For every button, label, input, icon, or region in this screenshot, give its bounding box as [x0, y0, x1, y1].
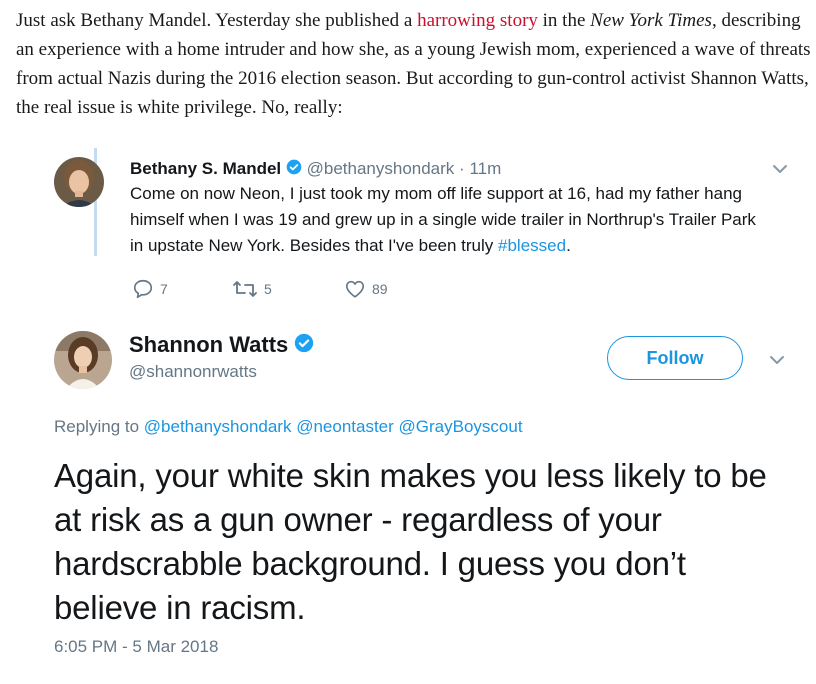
replying-prefix: Replying to	[54, 417, 144, 436]
separator-dot: ·	[459, 159, 465, 178]
main-author-name[interactable]: Shannon Watts	[129, 332, 288, 357]
verified-icon	[286, 158, 302, 182]
reply-tweet-text: Come on now Neon, I just took my mom off…	[130, 181, 770, 259]
main-tweet-text: Again, your white skin makes you less li…	[54, 457, 767, 626]
chevron-down-icon[interactable]	[769, 353, 785, 371]
tweet-timestamp[interactable]: 6:05 PM - 5 Mar 2018	[54, 637, 218, 657]
reply-count: 7	[160, 281, 168, 297]
article-mid: in the	[537, 10, 591, 31]
heart-icon	[344, 278, 366, 300]
mention-link[interactable]: @GrayBoyscout	[399, 417, 523, 436]
article-paragraph: Just ask Bethany Mandel. Yesterday she p…	[16, 6, 816, 122]
article-intro: Just ask Bethany Mandel. Yesterday she p…	[16, 10, 418, 31]
reply-text-end: .	[566, 236, 571, 255]
main-tweet-author: Shannon Watts @shannonrwatts	[129, 331, 314, 384]
reply-text-body: Come on now Neon, I just took my mom off…	[130, 184, 756, 255]
avatar-bethany[interactable]	[54, 157, 104, 207]
like-count: 89	[372, 281, 388, 297]
follow-button[interactable]: Follow	[607, 336, 743, 380]
verified-icon	[294, 332, 314, 360]
reply-time[interactable]: 11m	[469, 159, 501, 178]
retweet-count: 5	[264, 281, 272, 297]
reply-icon	[132, 278, 154, 300]
retweet-action[interactable]: 5	[232, 278, 272, 300]
retweet-icon	[232, 278, 258, 300]
reply-author-handle[interactable]: @bethanyshondark	[307, 159, 455, 178]
replying-to-line: Replying to @bethanyshondark @neontaster…	[54, 417, 523, 437]
hashtag-link[interactable]: #blessed	[498, 236, 566, 255]
mention-link[interactable]: @bethanyshondark	[144, 417, 292, 436]
mention-link[interactable]: @neontaster	[296, 417, 394, 436]
publication-name: New York Times	[590, 10, 712, 31]
reply-action[interactable]: 7	[132, 278, 168, 300]
avatar-shannon[interactable]	[54, 331, 112, 389]
reply-author-name[interactable]: Bethany S. Mandel	[130, 159, 281, 178]
main-author-handle[interactable]: @shannonrwatts	[129, 360, 314, 384]
reply-tweet-header: Bethany S. Mandel @bethanyshondark · 11m	[130, 157, 501, 182]
like-action[interactable]: 89	[344, 278, 388, 300]
chevron-down-icon[interactable]	[772, 162, 788, 180]
harrowing-story-link[interactable]: harrowing story	[417, 10, 538, 31]
